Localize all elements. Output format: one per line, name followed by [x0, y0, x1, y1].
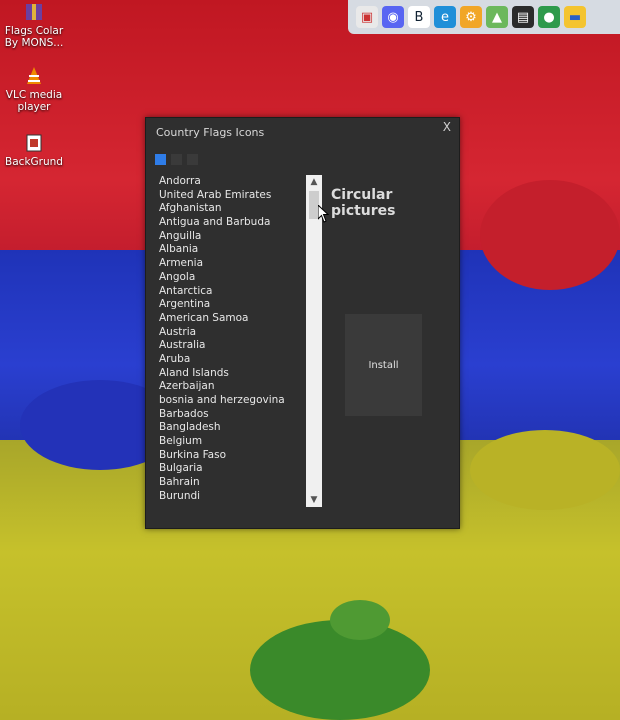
gear-icon[interactable]: ⚙: [460, 6, 482, 28]
list-item[interactable]: Bahrain: [156, 476, 322, 490]
list-item[interactable]: Burkina Faso: [156, 449, 322, 463]
folder-icon[interactable]: ▬: [564, 6, 586, 28]
list-item[interactable]: American Samoa: [156, 312, 322, 326]
desktop-icon-flags-colar[interactable]: Flags Colar By MONS...: [4, 2, 64, 49]
list-item[interactable]: Belgium: [156, 435, 322, 449]
mouse-cursor-icon: [318, 205, 330, 223]
page-dot-2[interactable]: [171, 154, 182, 165]
discord-icon[interactable]: ◉: [382, 6, 404, 28]
list-scrollbar[interactable]: ▲ ▼: [306, 175, 322, 507]
list-item[interactable]: Barbados: [156, 408, 322, 422]
list-item[interactable]: Angola: [156, 271, 322, 285]
desktop-icon-backgrund[interactable]: BackGrund: [4, 133, 64, 168]
window-title: Country Flags Icons: [156, 126, 265, 139]
list-item[interactable]: Bulgaria: [156, 462, 322, 476]
terminal-icon[interactable]: ▤: [512, 6, 534, 28]
wallpaper-green-splash: [330, 600, 390, 640]
list-item[interactable]: Antarctica: [156, 285, 322, 299]
install-button-label: Install: [368, 359, 399, 371]
country-list[interactable]: Andorra United Arab Emirates Afghanistan An…: [156, 175, 322, 505]
page-indicator: [155, 154, 198, 165]
window-titlebar[interactable]: Country Flags Icons X: [146, 118, 459, 148]
archive-icon: [26, 4, 42, 20]
taskbar-tray: ▣ ◉ B e ⚙ ▲ ▤ ● ▬: [348, 0, 620, 34]
wallpaper-splash: [480, 180, 620, 290]
page-dot-1[interactable]: [155, 154, 166, 165]
edge-icon[interactable]: e: [434, 6, 456, 28]
vlc-cone-icon: [27, 67, 41, 84]
list-item[interactable]: Albania: [156, 243, 322, 257]
page-dot-3[interactable]: [187, 154, 198, 165]
list-item[interactable]: bosnia and herzegovina: [156, 394, 322, 408]
slideshow-icon[interactable]: ▣: [356, 6, 378, 28]
list-item[interactable]: Aland Islands: [156, 367, 322, 381]
photos-icon[interactable]: ▲: [486, 6, 508, 28]
desktop-icon-label: BackGrund: [5, 156, 63, 168]
list-item[interactable]: Burundi: [156, 490, 322, 504]
list-item[interactable]: Australia: [156, 339, 322, 353]
globe-icon[interactable]: ●: [538, 6, 560, 28]
list-item[interactable]: Anguilla: [156, 230, 322, 244]
list-item[interactable]: Afghanistan: [156, 202, 322, 216]
desktop-icon-label: Flags Colar By MONS...: [4, 25, 64, 49]
list-item[interactable]: Armenia: [156, 257, 322, 271]
list-item[interactable]: Austria: [156, 326, 322, 340]
install-button[interactable]: Install: [345, 314, 422, 416]
app-icon: [26, 134, 42, 152]
list-item[interactable]: Aruba: [156, 353, 322, 367]
scroll-up-icon[interactable]: ▲: [306, 175, 322, 189]
desktop-icon-vlc[interactable]: VLC media player: [4, 66, 64, 113]
desktop-icon-label: VLC media player: [5, 89, 63, 113]
wallpaper-splash: [470, 430, 620, 510]
close-button[interactable]: X: [443, 120, 451, 134]
list-item[interactable]: Argentina: [156, 298, 322, 312]
list-item[interactable]: Bangladesh: [156, 421, 322, 435]
stylized-b-icon[interactable]: B: [408, 6, 430, 28]
country-flags-window: Country Flags Icons X Andorra United Arab…: [145, 117, 460, 529]
list-item[interactable]: United Arab Emirates: [156, 189, 322, 203]
section-heading: Circular pictures: [331, 187, 396, 219]
list-item[interactable]: Andorra: [156, 175, 322, 189]
list-item[interactable]: Antigua and Barbuda: [156, 216, 322, 230]
list-item[interactable]: Azerbaijan: [156, 380, 322, 394]
scroll-down-icon[interactable]: ▼: [306, 493, 322, 507]
